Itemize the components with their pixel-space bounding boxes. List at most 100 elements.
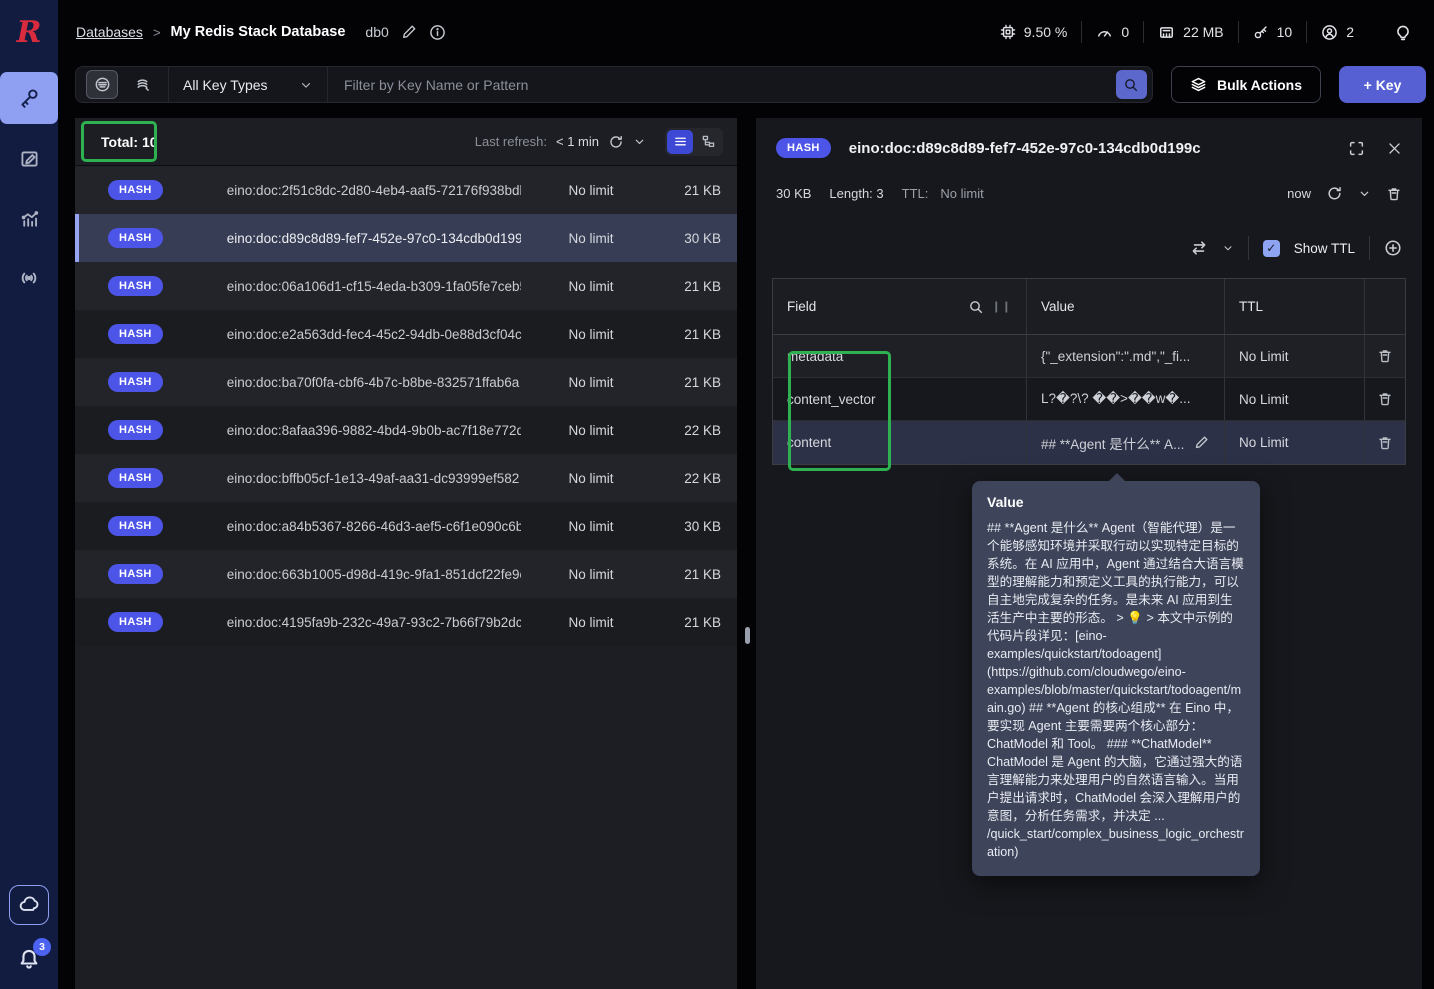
top-bar: Databases > My Redis Stack Database db0 … <box>58 0 1434 64</box>
key-size-value: 30 KB <box>776 186 812 201</box>
key-name: eino:doc:663b1005-d98d-419c-9fa1-851dcf2… <box>226 566 521 582</box>
delete-field-trash-icon[interactable] <box>1377 435 1393 451</box>
column-resize-handle[interactable]: ❙❙ <box>992 300 1012 313</box>
cloud-icon <box>18 894 40 916</box>
nav-browser-keys[interactable] <box>0 72 58 124</box>
tree-view-button[interactable] <box>695 130 721 154</box>
field-name: content <box>773 421 1027 464</box>
filter-bar: All Key Types Bulk Actions + Key <box>75 66 1426 103</box>
key-size: 30 KB <box>684 518 721 534</box>
filter-by-pattern-toggle[interactable] <box>86 70 118 99</box>
refresh-icon[interactable] <box>608 134 624 150</box>
search-fields-icon[interactable] <box>968 299 984 315</box>
key-list-item[interactable]: HASH eino:doc:4195fa9b-232c-49a7-93c2-7b6… <box>75 598 737 646</box>
key-list-header-controls: Last refresh: < 1 min <box>475 127 723 156</box>
ttl-column-header: TTL <box>1239 299 1264 314</box>
fullscreen-icon[interactable] <box>1348 140 1365 157</box>
fields-table-body: metadata {"_extension":".md","_fi... No … <box>773 335 1405 464</box>
list-view-button[interactable] <box>667 129 693 154</box>
notifications-button[interactable]: 3 <box>17 938 51 971</box>
key-list-item[interactable]: HASH eino:doc:2f51c8dc-2d80-4eb4-aaf5-721… <box>75 166 737 214</box>
commands-sec-stat: 0 <box>1096 24 1129 41</box>
fields-table-header: Field ❙❙ Value TTL <box>773 279 1405 335</box>
panel-resize-handle[interactable] <box>745 627 750 644</box>
commands-sec-value: 0 <box>1121 24 1130 40</box>
redis-logo[interactable]: R <box>0 0 58 64</box>
delete-key-trash-icon[interactable] <box>1386 186 1402 202</box>
key-type-badge: HASH <box>108 516 163 536</box>
key-type-badge: HASH <box>108 468 163 488</box>
db-stats-strip: 9.50 % 0 22 MB 10 2 <box>1000 21 1412 43</box>
connected-clients-stat: 2 <box>1321 24 1354 41</box>
nav-workbench[interactable] <box>0 132 58 184</box>
cpu-value: 9.50 % <box>1023 24 1068 40</box>
key-list-item[interactable]: HASH eino:doc:e2a563dd-fec4-45c2-94db-0e8… <box>75 310 737 358</box>
key-ttl: No limit <box>568 614 614 630</box>
redis-cloud-button[interactable] <box>9 885 49 925</box>
edit-db-pencil-icon[interactable] <box>401 24 417 40</box>
key-ttl: No limit <box>568 326 614 342</box>
divider <box>1237 21 1239 43</box>
fields-table: Field ❙❙ Value TTL metadata {"_extension… <box>772 278 1406 465</box>
key-ttl: No limit <box>568 278 614 294</box>
key-list-item[interactable]: HASH eino:doc:663b1005-d98d-419c-9fa1-851… <box>75 550 737 598</box>
key-list-item-selected[interactable]: HASH eino:doc:d89c8d89-fef7-452e-97c0-134… <box>75 214 737 262</box>
key-list-item[interactable]: HASH eino:doc:ba70f0fa-cbf6-4b7c-b8be-832… <box>75 358 737 406</box>
key-icon <box>18 87 40 109</box>
db-info-icon[interactable] <box>429 24 446 41</box>
key-size: 21 KB <box>684 374 721 390</box>
memory-icon <box>1158 24 1175 41</box>
field-column-header: Field <box>787 299 817 314</box>
refresh-settings-chevron-icon[interactable] <box>633 135 646 148</box>
search-submit-button[interactable] <box>1115 70 1147 99</box>
show-ttl-checkbox[interactable]: ✓ <box>1262 239 1280 257</box>
field-row-metadata[interactable]: metadata {"_extension":".md","_fi... No … <box>773 335 1405 378</box>
tooltip-title: Value <box>987 494 1024 510</box>
chevron-down-icon <box>299 78 313 92</box>
key-list: HASH eino:doc:2f51c8dc-2d80-4eb4-aaf5-721… <box>75 166 737 646</box>
field-row-content-vector[interactable]: content_vector L?�?\? ��>��w�... No Limi… <box>773 378 1405 421</box>
add-key-button[interactable]: + Key <box>1339 66 1426 103</box>
refresh-settings-chevron-icon[interactable] <box>1358 187 1371 200</box>
key-ttl-label: TTL: <box>901 186 929 201</box>
delete-field-trash-icon[interactable] <box>1377 348 1393 364</box>
selected-key-name: eino:doc:d89c8d89-fef7-452e-97c0-134cdb0… <box>848 139 1201 157</box>
breadcrumb-databases-link[interactable]: Databases <box>76 24 143 40</box>
key-type-badge: HASH <box>108 228 163 248</box>
key-list-item[interactable]: HASH eino:doc:a84b5367-8266-46d3-aef5-c6f… <box>75 502 737 550</box>
key-type-badge: HASH <box>108 276 163 296</box>
format-chevron-icon[interactable] <box>1222 242 1234 254</box>
key-type-dropdown[interactable]: All Key Types <box>169 77 327 93</box>
field-ttl: No Limit <box>1225 421 1365 464</box>
delete-field-trash-icon[interactable] <box>1377 391 1393 407</box>
key-filter-input[interactable] <box>328 76 1116 93</box>
key-type-badge: HASH <box>108 324 163 344</box>
nav-pubsub[interactable] <box>0 252 58 304</box>
show-ttl-label: Show TTL <box>1293 240 1355 256</box>
edit-value-pencil-icon[interactable] <box>1194 435 1209 450</box>
close-icon[interactable] <box>1387 141 1402 156</box>
add-field-plus-icon[interactable] <box>1384 239 1402 257</box>
key-size: 22 KB <box>684 470 721 486</box>
key-list-item[interactable]: HASH eino:doc:8afaa396-9882-4bd4-9b0b-ac7… <box>75 406 737 454</box>
key-type-badge: HASH <box>108 612 163 632</box>
field-name: content_vector <box>773 378 1027 420</box>
bulk-actions-button[interactable]: Bulk Actions <box>1170 66 1321 103</box>
search-by-values-toggle[interactable] <box>126 70 158 99</box>
field-row-content[interactable]: content ## **Agent 是什么** A... No Limit <box>773 421 1405 464</box>
refresh-time-value: now <box>1287 186 1311 201</box>
key-list-item[interactable]: HASH eino:doc:06a106d1-cf15-4eda-b309-1fa… <box>75 262 737 310</box>
breadcrumb-separator: > <box>152 24 161 40</box>
insights-lightbulb-icon[interactable] <box>1394 23 1412 41</box>
key-type-value: All Key Types <box>183 76 268 93</box>
key-size: 21 KB <box>684 326 721 342</box>
value-format-swap-icon[interactable] <box>1190 239 1208 257</box>
divider <box>1081 21 1083 43</box>
refresh-icon[interactable] <box>1326 185 1343 202</box>
key-size: 30 KB <box>684 230 721 246</box>
gauge-icon <box>1096 24 1113 41</box>
nav-analytics[interactable] <box>0 192 58 244</box>
key-name: eino:doc:06a106d1-cf15-4eda-b309-1fa05fe… <box>226 278 521 294</box>
key-list-item[interactable]: HASH eino:doc:bffb05cf-1e13-49af-aa31-dc9… <box>75 454 737 502</box>
filter-mode-toggles <box>76 70 168 99</box>
